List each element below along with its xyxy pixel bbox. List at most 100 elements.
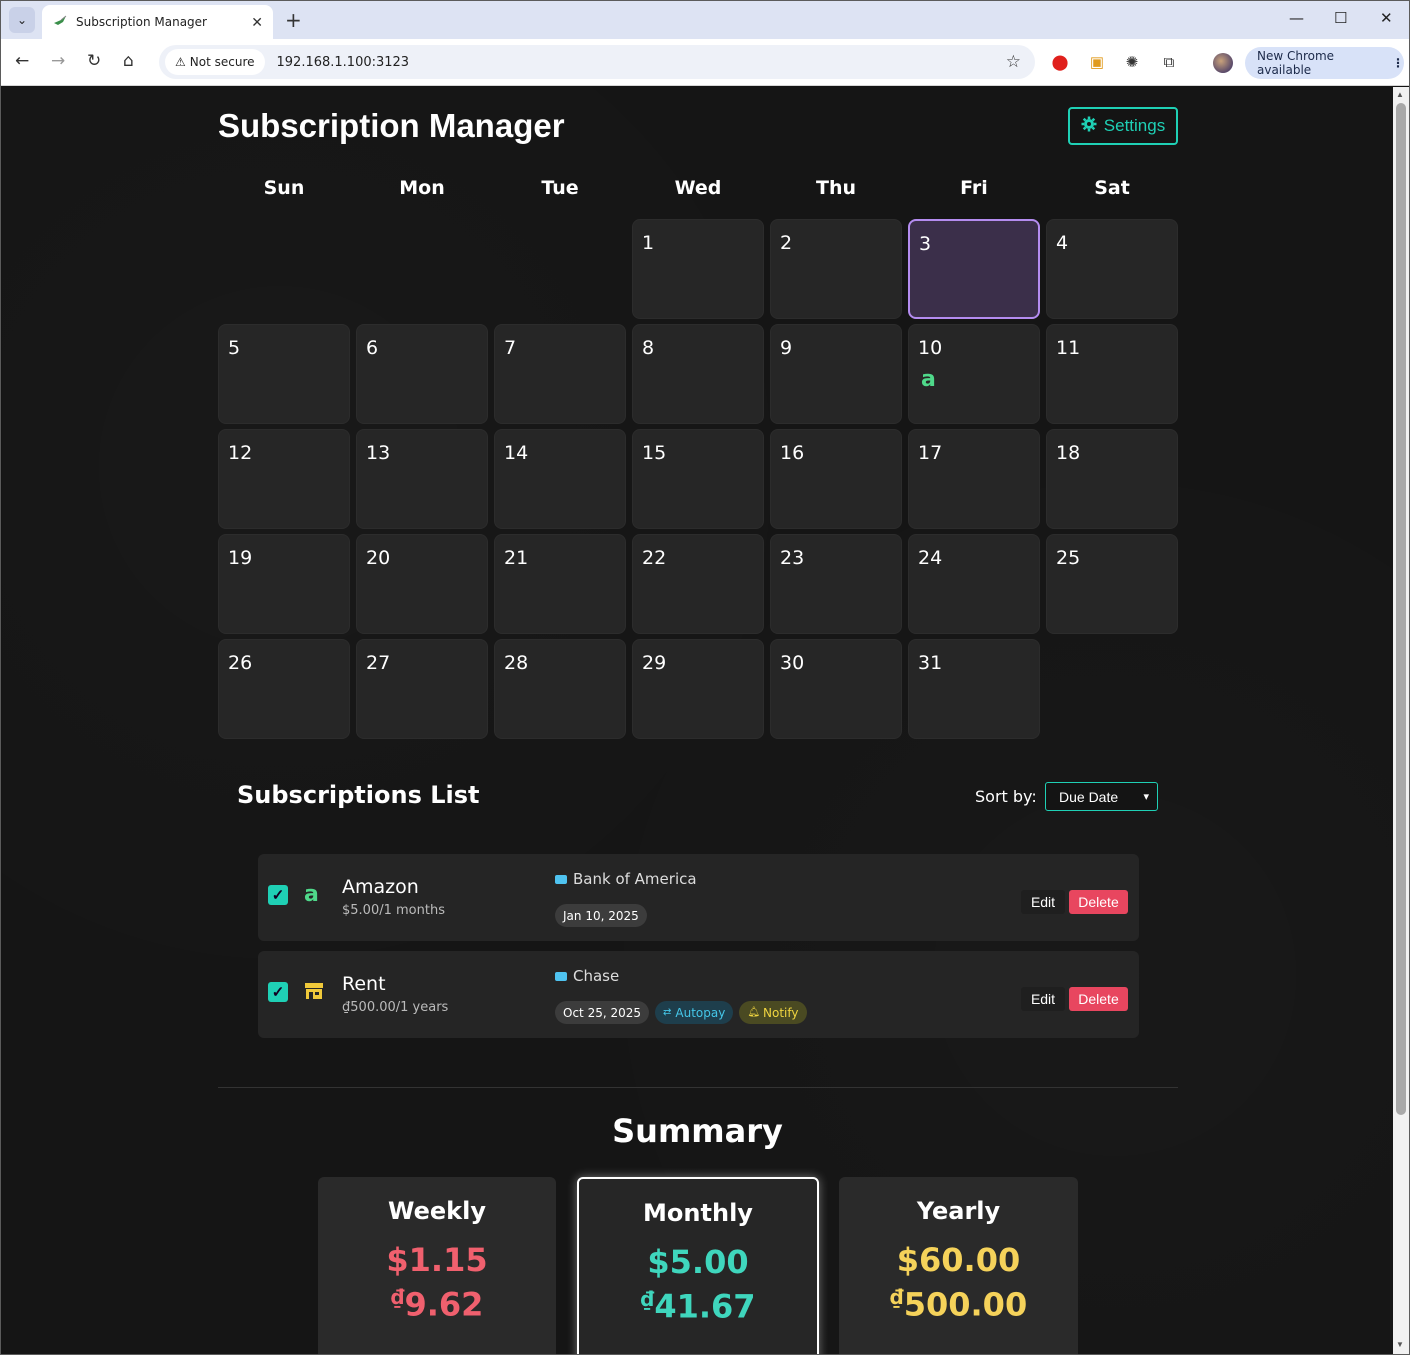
day-number: 31	[918, 652, 943, 674]
warning-icon: ⚠	[175, 55, 186, 69]
calendar-day-25[interactable]: 25	[1046, 534, 1178, 634]
home-icon[interactable]: ⌂	[123, 51, 134, 71]
day-number: 6	[366, 337, 379, 359]
notify-label: Notify	[763, 1005, 799, 1020]
calendar-day-14[interactable]: 14	[494, 429, 626, 529]
menu-dots-icon[interactable]: ⋮	[1392, 56, 1404, 70]
url-text[interactable]: 192.168.1.100:3123	[277, 55, 410, 70]
sort-select[interactable]: Due Date ▾	[1045, 782, 1158, 811]
calendar-day-28[interactable]: 28	[494, 639, 626, 739]
minimize-icon[interactable]: —	[1289, 9, 1304, 27]
yearly-summary-card: Yearly $60.00 ₫500.00	[839, 1177, 1078, 1354]
calendar-day-21[interactable]: 21	[494, 534, 626, 634]
monthly-summary-card[interactable]: Monthly $5.00 ₫41.67	[577, 1177, 819, 1354]
amazon-icon[interactable]: a	[921, 367, 936, 392]
notify-badge: 🔔︎ Notify	[739, 1001, 807, 1024]
browser-window: ⌄ Subscription Manager ✕ + — ☐ ✕ ← → ↻ ⌂…	[0, 0, 1410, 1355]
edit-button[interactable]: Edit	[1021, 987, 1065, 1011]
calendar-day-23[interactable]: 23	[770, 534, 902, 634]
autopay-icon: ⇄	[663, 1007, 672, 1018]
page-content: Subscription Manager Settings Sun Mon Tue W…	[2, 87, 1393, 1354]
edit-button[interactable]: Edit	[1021, 890, 1065, 914]
calendar-day-7[interactable]: 7	[494, 324, 626, 424]
day-number: 22	[642, 547, 667, 569]
close-window-icon[interactable]: ✕	[1380, 9, 1393, 27]
day-number: 11	[1056, 337, 1081, 359]
day-number: 8	[642, 337, 655, 359]
gear-extension-icon[interactable]: ✺	[1123, 53, 1141, 71]
due-date-badge: Oct 25, 2025	[555, 1001, 649, 1024]
weekly-vnd: ₫9.62	[318, 1285, 556, 1324]
tab-title: Subscription Manager	[76, 15, 207, 29]
close-tab-icon[interactable]: ✕	[251, 14, 263, 31]
calendar-day-8[interactable]: 8	[632, 324, 764, 424]
subscription-price: ₫500.00/1 years	[342, 1000, 449, 1015]
bookmark-star-icon[interactable]: ☆	[1006, 52, 1021, 72]
calendar-day-22[interactable]: 22	[632, 534, 764, 634]
calendar-day-18[interactable]: 18	[1046, 429, 1178, 529]
calendar-day-1[interactable]: 1	[632, 219, 764, 319]
calendar-day-17[interactable]: 17	[908, 429, 1040, 529]
scroll-up-icon[interactable]: ▲	[1396, 90, 1404, 99]
calendar-day-9[interactable]: 9	[770, 324, 902, 424]
scrollbar-thumb[interactable]	[1396, 103, 1406, 1115]
due-date-badge: Jan 10, 2025	[555, 904, 647, 927]
settings-button[interactable]: Settings	[1068, 107, 1178, 145]
day-number: 3	[919, 233, 932, 255]
calendar-day-12[interactable]: 12	[218, 429, 350, 529]
update-chrome-button[interactable]: New Chrome available ⋮	[1245, 47, 1404, 79]
reload-icon[interactable]: ↻	[87, 51, 101, 71]
delete-button[interactable]: Delete	[1069, 987, 1128, 1011]
calendar-day-26[interactable]: 26	[218, 639, 350, 739]
scroll-down-icon[interactable]: ▼	[1396, 1340, 1404, 1349]
calendar-day-24[interactable]: 24	[908, 534, 1040, 634]
day-number: 13	[366, 442, 391, 464]
calendar-day-6[interactable]: 6	[356, 324, 488, 424]
calendar-day-15[interactable]: 15	[632, 429, 764, 529]
calendar-day-5[interactable]: 5	[218, 324, 350, 424]
bell-icon: 🔔︎	[747, 1007, 761, 1018]
subscription-checkbox[interactable]: ✓	[268, 885, 288, 905]
dong-symbol: ₫	[640, 1287, 655, 1311]
day-number: 25	[1056, 547, 1081, 569]
page-scrollbar[interactable]: ▲ ▼	[1393, 87, 1409, 1354]
back-icon[interactable]: ←	[15, 51, 29, 71]
calendar-day-29[interactable]: 29	[632, 639, 764, 739]
settings-label: Settings	[1103, 116, 1166, 135]
gear-icon	[1081, 116, 1097, 137]
day-number: 24	[918, 547, 943, 569]
tab-search-button[interactable]: ⌄	[9, 7, 35, 33]
weekday-sat: Sat	[1094, 177, 1130, 199]
address-bar[interactable]: ⚠ Not secure 192.168.1.100:3123 ☆	[159, 45, 1035, 79]
forward-icon[interactable]: →	[51, 51, 65, 71]
calendar-day-13[interactable]: 13	[356, 429, 488, 529]
day-number: 23	[780, 547, 805, 569]
calendar-day-19[interactable]: 19	[218, 534, 350, 634]
calendar-day-4[interactable]: 4	[1046, 219, 1178, 319]
calendar-day-11[interactable]: 11	[1046, 324, 1178, 424]
calendar-day-27[interactable]: 27	[356, 639, 488, 739]
subscription-checkbox[interactable]: ✓	[268, 982, 288, 1002]
maximize-icon[interactable]: ☐	[1334, 9, 1347, 27]
yearly-label: Yearly	[916, 1197, 1001, 1225]
subscription-tags: Oct 25, 2025 ⇄ Autopay 🔔︎ Notify	[555, 1001, 807, 1024]
puzzle-extensions-icon[interactable]: ⧉	[1160, 53, 1178, 71]
calendar-day-2[interactable]: 2	[770, 219, 902, 319]
day-number: 7	[504, 337, 517, 359]
security-chip[interactable]: ⚠ Not secure	[165, 49, 265, 75]
subscriptions-list-title: Subscriptions List	[237, 781, 480, 809]
opera-extension-icon[interactable]: ⬤	[1051, 53, 1069, 71]
profile-avatar[interactable]	[1213, 53, 1233, 73]
calendar-day-20[interactable]: 20	[356, 534, 488, 634]
dong-symbol: ₫	[390, 1285, 405, 1309]
delete-button[interactable]: Delete	[1069, 890, 1128, 914]
weekly-summary-card: Weekly $1.15 ₫9.62	[318, 1177, 556, 1354]
calendar-day-30[interactable]: 30	[770, 639, 902, 739]
color-picker-extension-icon[interactable]: ▣	[1088, 53, 1106, 71]
calendar-day-3[interactable]: 3	[908, 219, 1040, 319]
browser-tab[interactable]: Subscription Manager ✕	[42, 5, 273, 39]
new-tab-icon[interactable]: +	[285, 8, 302, 32]
calendar-day-31[interactable]: 31	[908, 639, 1040, 739]
calendar-day-16[interactable]: 16	[770, 429, 902, 529]
calendar-day-10[interactable]: 10 a	[908, 324, 1040, 424]
